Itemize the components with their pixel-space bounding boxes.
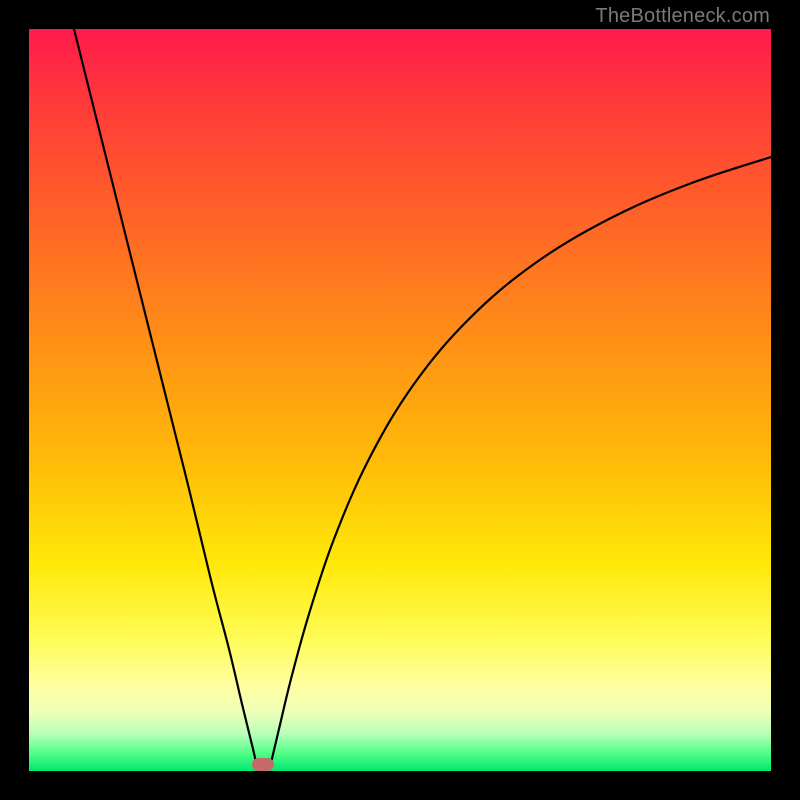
curve-right-branch [270, 157, 771, 767]
chart-frame: TheBottleneck.com [0, 0, 800, 800]
watermark-text: TheBottleneck.com [595, 5, 770, 28]
curve-svg [29, 29, 771, 771]
plot-area [29, 29, 771, 771]
curve-left-branch [74, 29, 257, 767]
minimum-marker [252, 758, 274, 771]
